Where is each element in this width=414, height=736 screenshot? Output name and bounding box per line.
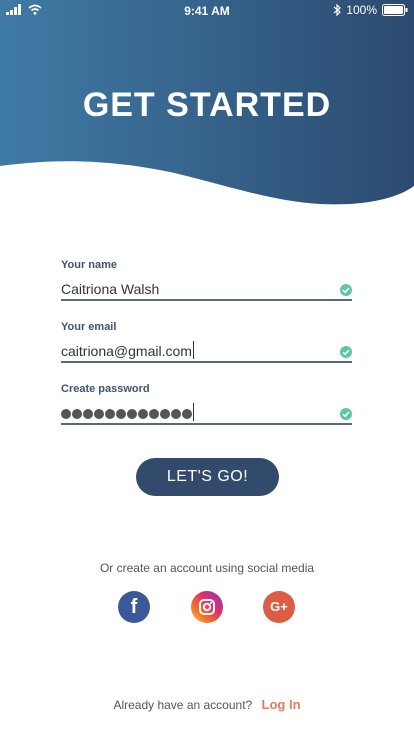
- password-dot: [182, 409, 192, 420]
- password-dot: [94, 409, 104, 420]
- email-field[interactable]: caitriona@gmail.com: [61, 341, 352, 363]
- password-dot: [160, 409, 170, 420]
- email-label: Your email: [61, 321, 117, 333]
- lets-go-button[interactable]: LET'S GO!: [136, 458, 279, 496]
- password-dot: [138, 409, 148, 420]
- email-valid-icon: [340, 346, 352, 358]
- password-dot: [127, 409, 137, 420]
- email-value-wrap: caitriona@gmail.com: [61, 341, 194, 359]
- page-title: GET STARTED: [82, 86, 332, 124]
- battery-percent: 100%: [346, 3, 377, 17]
- login-row: Already have an account? Log In: [0, 697, 414, 712]
- bluetooth-icon: [333, 4, 342, 16]
- password-field-group: Create password: [61, 383, 352, 425]
- password-dot: [105, 409, 115, 420]
- google-plus-button[interactable]: G+: [263, 591, 295, 623]
- instagram-button[interactable]: [191, 591, 223, 623]
- text-caret: [192, 341, 194, 359]
- login-question: Already have an account?: [113, 698, 253, 712]
- password-dot: [61, 409, 71, 420]
- name-field-group: Your name Caitriona Walsh: [61, 259, 352, 301]
- password-mask: [61, 409, 192, 420]
- login-link[interactable]: Log In: [262, 697, 301, 712]
- instagram-icon: [199, 599, 215, 615]
- password-dot: [116, 409, 126, 420]
- password-field[interactable]: [61, 403, 352, 425]
- facebook-icon: f: [130, 596, 138, 618]
- password-valid-icon: [340, 408, 352, 420]
- google-plus-icon: G+: [270, 599, 288, 614]
- name-field[interactable]: Caitriona Walsh: [61, 279, 352, 301]
- password-value: [61, 403, 194, 421]
- social-prompt: Or create an account using social media: [99, 561, 315, 575]
- name-value: Caitriona Walsh: [61, 281, 160, 297]
- battery-icon: [382, 4, 408, 16]
- email-field-group: Your email caitriona@gmail.com: [61, 321, 352, 363]
- name-valid-icon: [340, 284, 352, 296]
- password-dot: [83, 409, 93, 420]
- password-dot: [72, 409, 82, 420]
- password-dot: [149, 409, 159, 420]
- text-caret: [193, 403, 194, 421]
- email-value: caitriona@gmail.com: [61, 343, 192, 359]
- status-bar: 9:41 AM 100%: [0, 0, 414, 22]
- header: 9:41 AM 100% GET STARTED: [0, 0, 414, 210]
- name-label: Your name: [61, 259, 118, 271]
- password-dot: [171, 409, 181, 420]
- facebook-button[interactable]: f: [118, 591, 150, 623]
- status-right: 100%: [333, 3, 408, 17]
- password-label: Create password: [61, 383, 150, 395]
